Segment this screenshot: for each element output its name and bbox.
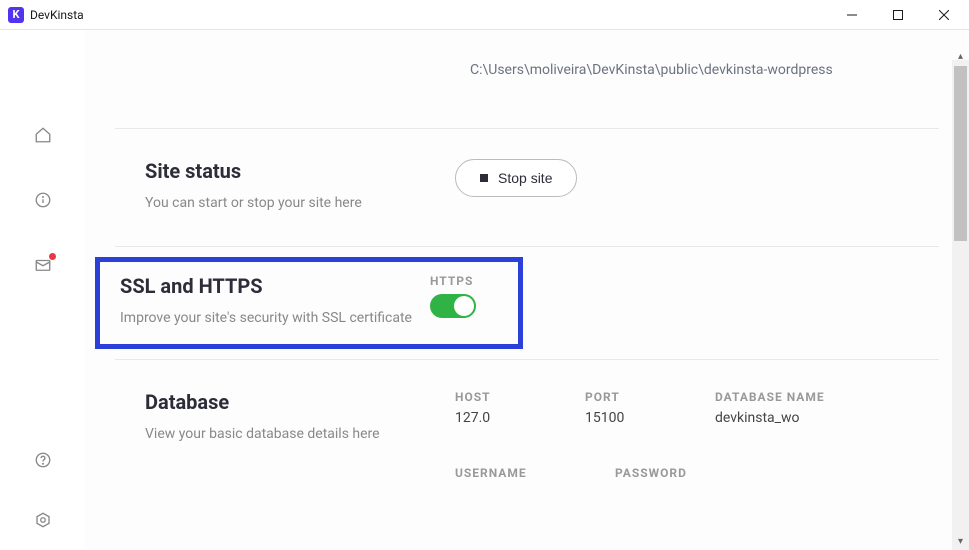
help-icon[interactable] (33, 450, 53, 470)
maximize-button[interactable] (875, 0, 921, 30)
db-host-value: 127.0 (455, 410, 535, 426)
db-name-label: DATABASE NAME (715, 390, 825, 404)
https-toggle[interactable] (430, 294, 476, 318)
db-name-col: DATABASE NAME devkinsta_wo (715, 390, 825, 426)
titlebar: K DevKinsta (0, 0, 969, 30)
db-password-label: PASSWORD (615, 466, 695, 480)
content-area: C:\Users\moliveira\DevKinsta\public\devk… (85, 30, 969, 550)
mail-icon[interactable] (33, 255, 53, 275)
db-port-value: 15100 (585, 410, 665, 426)
db-name-value: devkinsta_wo (715, 410, 825, 426)
db-password-col: PASSWORD (615, 466, 695, 486)
ssl-title: SSL and HTTPS (120, 274, 430, 298)
db-host-col: HOST 127.0 (455, 390, 535, 426)
ssl-highlight: SSL and HTTPS Improve your site's securi… (95, 257, 523, 349)
db-port-col: PORT 15100 (585, 390, 665, 426)
db-host-label: HOST (455, 390, 535, 404)
site-status-title: Site status (145, 159, 455, 183)
info-icon[interactable] (33, 190, 53, 210)
stop-site-label: Stop site (498, 170, 552, 186)
scroll-down-icon[interactable]: ▾ (952, 533, 969, 550)
stop-icon (480, 174, 488, 182)
database-desc: View your basic database details here (145, 426, 455, 442)
scrollbar-thumb[interactable] (954, 66, 967, 241)
titlebar-left: K DevKinsta (8, 7, 84, 23)
site-status-section: Site status You can start or stop your s… (115, 128, 939, 246)
window-controls (829, 0, 967, 30)
sidebar (0, 30, 85, 550)
home-icon[interactable] (33, 125, 53, 145)
toggle-knob (454, 296, 474, 316)
scroll-up-icon[interactable]: ▴ (952, 48, 969, 65)
notification-dot (49, 253, 56, 260)
db-port-label: PORT (585, 390, 665, 404)
app-icon: K (8, 7, 24, 23)
ssl-desc: Improve your site's security with SSL ce… (120, 310, 430, 326)
scrollbar[interactable]: ▴ ▾ (952, 60, 969, 550)
db-username-col: USERNAME (455, 466, 535, 486)
settings-icon[interactable] (33, 510, 53, 530)
site-path: C:\Users\moliveira\DevKinsta\public\devk… (115, 30, 939, 128)
window-title: DevKinsta (30, 8, 84, 22)
https-label: HTTPS (430, 274, 476, 288)
close-button[interactable] (921, 0, 967, 30)
site-status-desc: You can start or stop your site here (145, 195, 455, 211)
db-username-label: USERNAME (455, 466, 535, 480)
database-section: Database View your basic database detail… (115, 359, 939, 521)
stop-site-button[interactable]: Stop site (455, 159, 577, 197)
database-title: Database (145, 390, 455, 414)
minimize-button[interactable] (829, 0, 875, 30)
ssl-section: SSL and HTTPS Improve your site's securi… (115, 246, 939, 359)
